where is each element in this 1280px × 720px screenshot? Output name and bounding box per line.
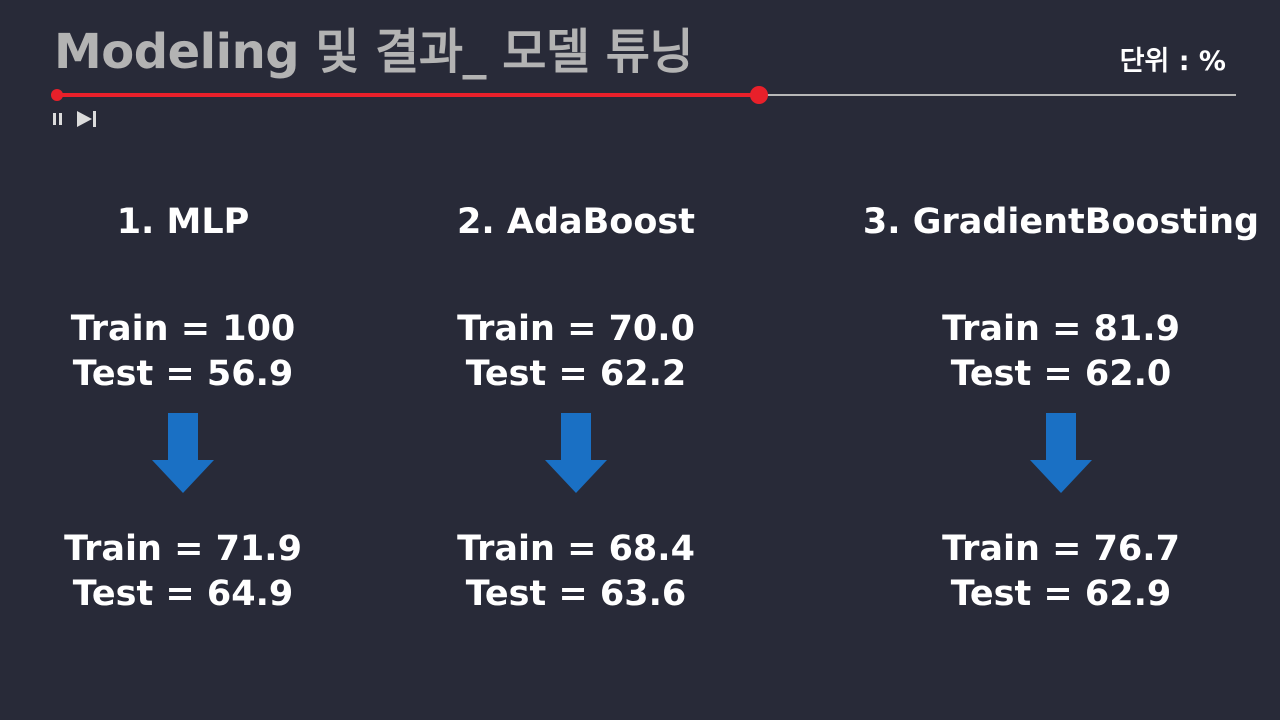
test-score: Test = 62.0 [950, 354, 1172, 394]
unit-label: 단위 : % [1119, 46, 1226, 77]
test-score: Test = 56.9 [72, 354, 294, 394]
test-score: Test = 64.9 [72, 574, 294, 614]
train-score: Train = 81.9 [942, 309, 1180, 349]
after-tuning-scores: Train = 71.9 Test = 64.9 [0, 527, 383, 617]
before-tuning-scores: Train = 100 Test = 56.9 [0, 307, 383, 397]
after-tuning-scores: Train = 68.4 Test = 63.6 [376, 527, 776, 617]
model-column-mlp: 1. MLP Train = 100 Test = 56.9 Train = 7… [0, 196, 383, 617]
video-progress-bar[interactable] [51, 86, 1236, 104]
before-tuning-scores: Train = 70.0 Test = 62.2 [376, 307, 776, 397]
down-arrow-icon [1030, 413, 1092, 493]
down-arrow-icon [545, 413, 607, 493]
train-score: Train = 100 [70, 309, 296, 349]
train-score: Train = 71.9 [64, 529, 302, 569]
model-column-gradientboosting: 3. GradientBoosting Train = 81.9 Test = … [861, 196, 1261, 617]
model-heading: 2. AdaBoost [457, 202, 695, 242]
test-score: Test = 62.9 [950, 574, 1172, 614]
progress-fill [57, 93, 759, 97]
model-column-adaboost: 2. AdaBoost Train = 70.0 Test = 62.2 Tra… [376, 196, 776, 617]
model-heading: 3. GradientBoosting [862, 202, 1260, 242]
before-tuning-scores: Train = 81.9 Test = 62.0 [861, 307, 1261, 397]
train-score: Train = 68.4 [457, 529, 695, 569]
pause-icon[interactable] [50, 108, 66, 130]
next-track-icon[interactable] [74, 108, 100, 130]
test-score: Test = 62.2 [465, 354, 687, 394]
test-score: Test = 63.6 [465, 574, 687, 614]
train-score: Train = 76.7 [942, 529, 1180, 569]
after-tuning-scores: Train = 76.7 Test = 62.9 [861, 527, 1261, 617]
train-score: Train = 70.0 [457, 309, 695, 349]
model-heading: 1. MLP [116, 202, 250, 242]
slide-title: Modeling 및 결과_ 모델 튜닝 [54, 24, 694, 80]
down-arrow-icon [152, 413, 214, 493]
progress-scrubber-knob[interactable] [749, 86, 768, 104]
progress-start-dot [51, 89, 63, 101]
